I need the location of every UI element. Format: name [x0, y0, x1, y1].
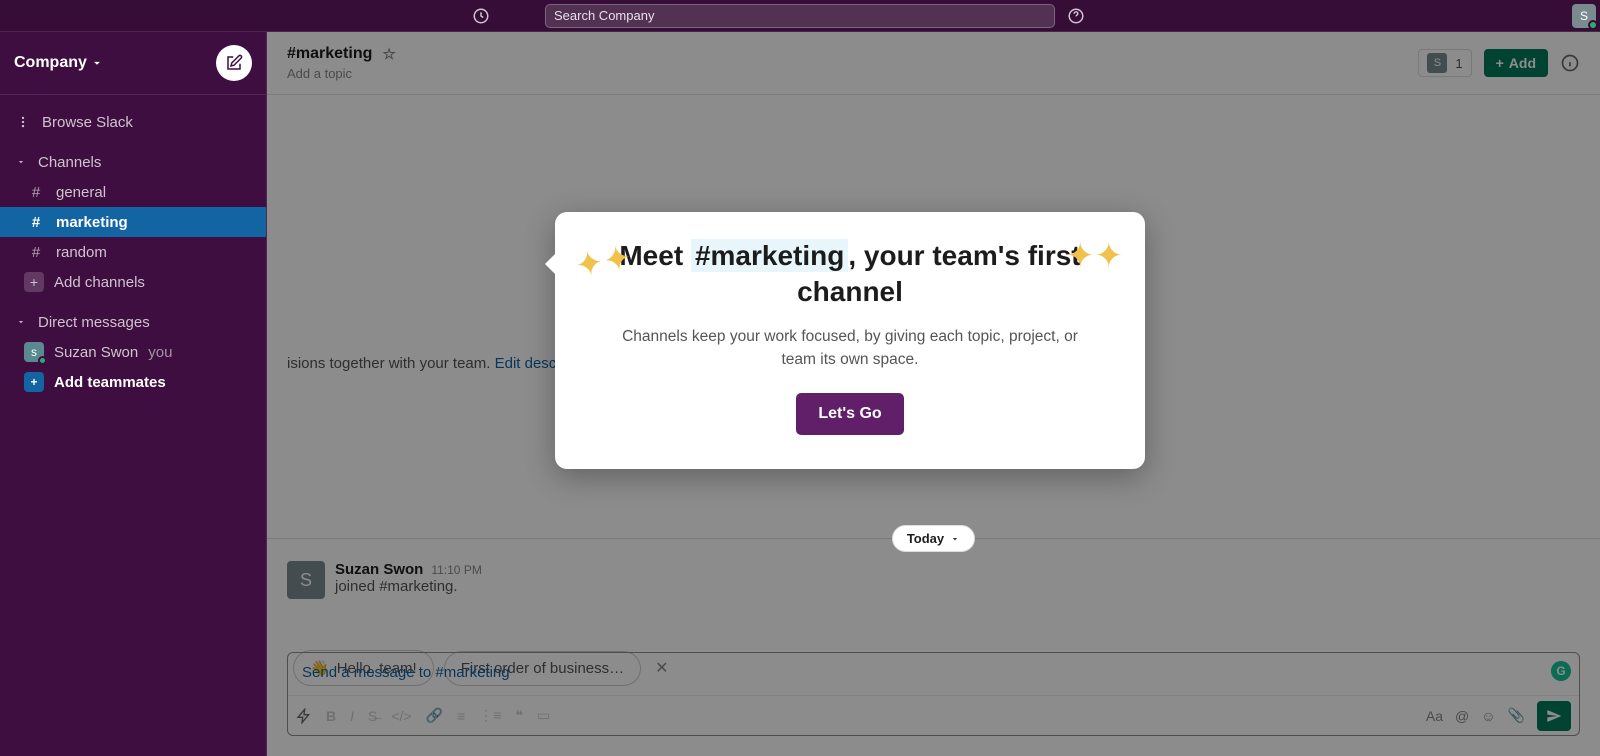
channel-general[interactable]: # general: [0, 177, 266, 207]
browse-label: Browse Slack: [42, 114, 133, 131]
dm-you: you: [148, 344, 172, 361]
plus-icon: +: [24, 272, 44, 292]
hash-icon: #: [28, 214, 44, 231]
channel-name: general: [56, 184, 106, 201]
sidebar: Company Browse Slack Channels # general …: [0, 32, 267, 756]
chevron-down-icon: [90, 56, 104, 70]
date-pill[interactable]: Today: [892, 525, 975, 552]
top-bar: Search Company S: [0, 0, 1600, 32]
add-teammates-label: Add teammates: [54, 374, 166, 391]
hash-icon: #: [28, 244, 44, 261]
search-input[interactable]: Search Company: [545, 4, 1055, 28]
search-placeholder: Search Company: [554, 8, 654, 23]
user-avatar[interactable]: S: [1572, 4, 1596, 28]
hash-icon: #: [28, 184, 44, 201]
add-channels[interactable]: + Add channels: [0, 267, 266, 297]
add-teammates[interactable]: + Add teammates: [0, 367, 266, 397]
dm-section-header[interactable]: Direct messages: [0, 307, 266, 337]
dm-self[interactable]: s Suzan Swon you: [0, 337, 266, 367]
date-label: Today: [907, 531, 944, 546]
more-vertical-icon: [16, 115, 30, 129]
browse-slack[interactable]: Browse Slack: [0, 107, 266, 137]
workspace-name: Company: [14, 54, 87, 72]
channels-section-label: Channels: [38, 154, 101, 171]
help-icon[interactable]: [1067, 7, 1085, 25]
plus-icon: +: [24, 372, 44, 392]
popup-title: Meet #marketing, your team's first chann…: [615, 238, 1085, 311]
content-area: #marketing ☆ Add a topic S 1 + Add: [267, 32, 1600, 756]
channel-name: marketing: [56, 214, 128, 231]
avatar: s: [24, 342, 44, 362]
compose-button[interactable]: [216, 45, 252, 81]
dm-username: Suzan Swon: [54, 344, 138, 361]
channel-name: random: [56, 244, 107, 261]
history-icon[interactable]: [472, 7, 490, 25]
caret-down-icon: [16, 317, 26, 327]
popup-body: Channels keep your work focused, by givi…: [615, 325, 1085, 372]
lets-go-button[interactable]: Let's Go: [796, 393, 903, 435]
workspace-header[interactable]: Company: [0, 32, 266, 95]
channels-section-header[interactable]: Channels: [0, 147, 266, 177]
sparkle-icon: ✦✦: [1066, 236, 1123, 276]
add-channels-label: Add channels: [54, 274, 145, 291]
dm-section-label: Direct messages: [38, 314, 150, 331]
channel-marketing[interactable]: # marketing: [0, 207, 266, 237]
caret-down-icon: [16, 157, 26, 167]
onboarding-popup: ✦✦ ✦✦ Meet #marketing, your team's first…: [555, 212, 1145, 469]
chevron-down-icon: [950, 534, 960, 544]
channel-random[interactable]: # random: [0, 237, 266, 267]
